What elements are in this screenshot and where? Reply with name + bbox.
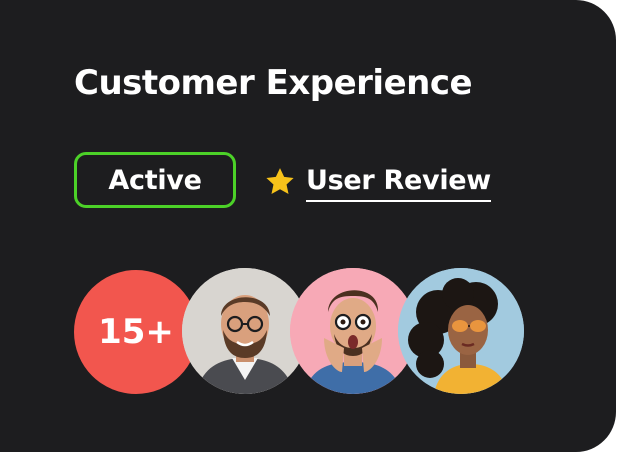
woman-with-curly-hair-portrait xyxy=(398,268,524,394)
user-review-label: User Review xyxy=(306,163,491,202)
star-icon xyxy=(266,168,294,194)
card-title: Customer Experience xyxy=(74,63,473,103)
member-count-badge: 15+ xyxy=(74,270,198,394)
customer-experience-card: Customer Experience Active User Review 1… xyxy=(0,0,616,452)
avatar xyxy=(398,268,524,394)
status-badge: Active xyxy=(74,152,236,208)
user-review-link[interactable]: User Review xyxy=(264,160,491,204)
